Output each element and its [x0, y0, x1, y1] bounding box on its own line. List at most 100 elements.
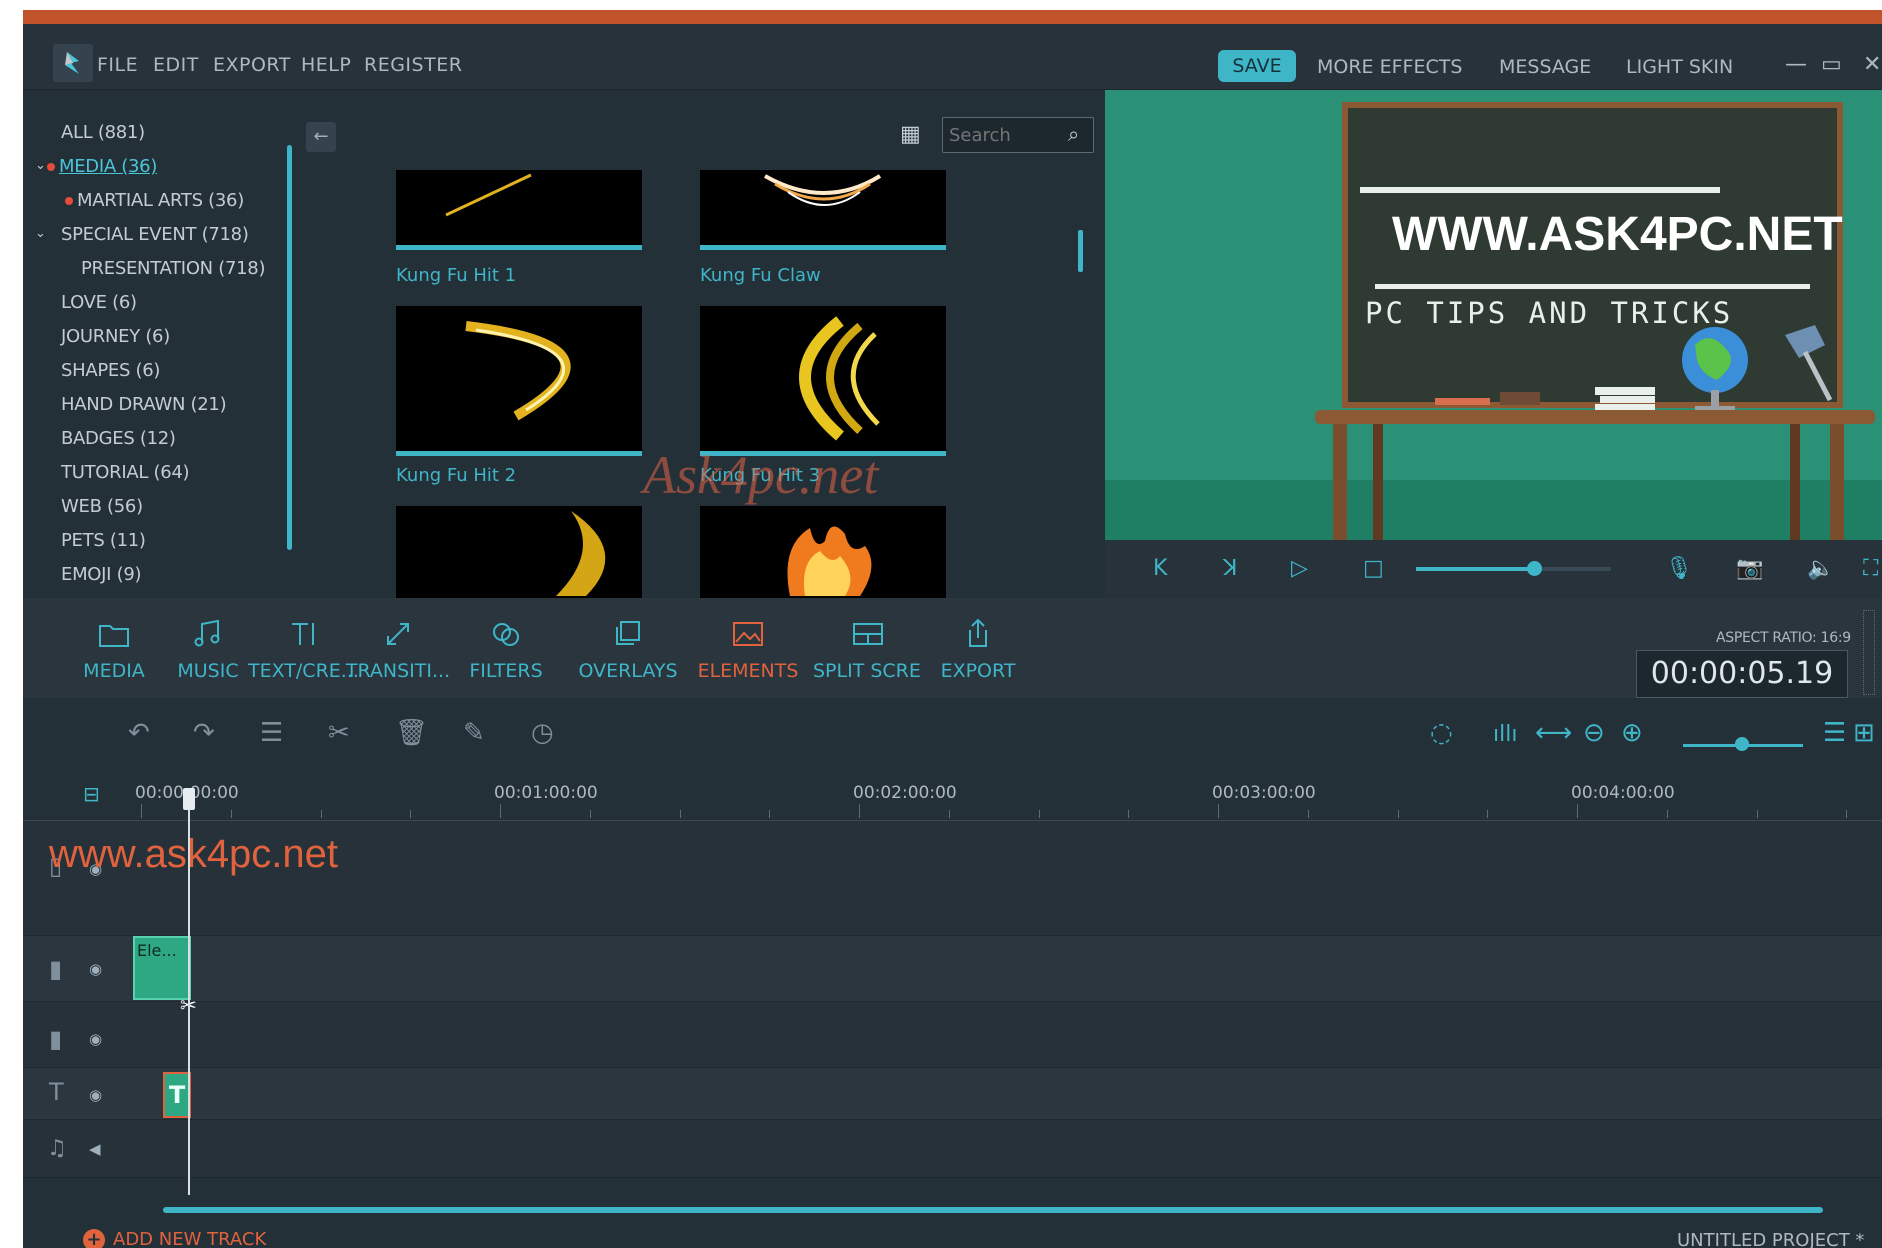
delete-icon[interactable]: 🗑: [395, 718, 428, 748]
render-preview-icon[interactable]: ◌: [1430, 718, 1453, 748]
kung-fu-claw-preview: [764, 174, 882, 206]
tab-transitions[interactable]: TRANSITI...: [343, 598, 453, 698]
more-effects-link[interactable]: MORE EFFECTS: [1317, 56, 1462, 78]
camera-icon[interactable]: 📷: [1736, 556, 1763, 581]
category-tutorial[interactable]: TUTORIAL (64): [61, 462, 190, 483]
category-special-event[interactable]: SPECIAL EVENT (718): [61, 224, 249, 245]
category-badges[interactable]: BADGES (12): [61, 428, 176, 449]
category-media-label: MEDIA (36): [59, 156, 158, 177]
adjust-icon[interactable]: ☰: [260, 718, 283, 748]
category-shapes[interactable]: SHAPES (6): [61, 360, 160, 381]
redo-icon[interactable]: ↷: [193, 718, 215, 748]
tab-export[interactable]: EXPORT: [923, 598, 1033, 698]
menu-file[interactable]: FILE: [97, 54, 138, 76]
tab-label: TEXT/CRE...: [248, 660, 358, 682]
tab-split-screen[interactable]: SPLIT SCRE...: [813, 598, 923, 698]
tab-overlays[interactable]: OVERLAYS: [573, 598, 683, 698]
skip-end-icon[interactable]: ꓘ: [1223, 556, 1237, 581]
timeline-scrollbar[interactable]: [163, 1207, 1823, 1213]
thumbnail-kung-fu-hit-3[interactable]: [700, 306, 946, 456]
transition-icon: [387, 623, 409, 645]
mute-speaker-icon[interactable]: ◀: [89, 1140, 101, 1158]
menu-edit[interactable]: EDIT: [153, 54, 199, 76]
back-arrow-icon[interactable]: ←: [306, 122, 336, 152]
category-web[interactable]: WEB (56): [61, 496, 143, 517]
ruler-tick: [1398, 810, 1399, 818]
text-track[interactable]: [23, 1068, 1882, 1120]
tab-music[interactable]: MUSIC: [153, 598, 263, 698]
zoom-out-icon[interactable]: ⊖: [1583, 718, 1605, 748]
category-martial-arts[interactable]: MARTIAL ARTS (36): [65, 190, 244, 211]
save-button[interactable]: SAVE: [1218, 50, 1296, 82]
grid-layout-icon[interactable]: ⊞: [1853, 718, 1875, 748]
category-pets[interactable]: PETS (11): [61, 530, 146, 551]
category-love[interactable]: LOVE (6): [61, 292, 137, 313]
add-new-track-button[interactable]: + ADD NEW TRACK: [83, 1229, 266, 1248]
menu-help[interactable]: HELP: [301, 54, 351, 76]
edit-icon[interactable]: ✎: [463, 718, 485, 748]
category-media[interactable]: MEDIA (36): [47, 156, 157, 177]
audio-mixer-icon[interactable]: ıllı: [1493, 722, 1517, 747]
playhead-line[interactable]: [188, 795, 190, 1195]
category-presentation[interactable]: PRESENTATION (718): [81, 258, 265, 279]
ruler-label: 00:02:00:00: [853, 783, 957, 803]
seek-handle[interactable]: [1527, 561, 1542, 576]
category-all[interactable]: ALL (881): [61, 122, 145, 143]
snap-icon[interactable]: ⊟: [83, 782, 100, 806]
grid-view-icon[interactable]: ▦: [900, 122, 921, 147]
audio-track[interactable]: [23, 1120, 1882, 1178]
text-clip[interactable]: T: [163, 1072, 191, 1118]
fullscreen-icon[interactable]: ⛶: [1863, 556, 1878, 581]
duration-icon[interactable]: ◷: [531, 718, 554, 748]
tab-text-credits[interactable]: TEXT/CRE...: [248, 598, 358, 698]
thumbnail-kung-fu-next-1[interactable]: [396, 506, 642, 598]
timecode-display: 00:00:05.19: [1636, 650, 1848, 698]
thumbnail-kung-fu-hit-2[interactable]: [396, 306, 642, 456]
thumbnail-scrollbar[interactable]: [1078, 230, 1083, 272]
thumbnail-kung-fu-hit-1[interactable]: [396, 170, 642, 250]
thumbnail-kung-fu-next-2[interactable]: [700, 506, 946, 598]
kung-fu-hit-2-preview: [465, 321, 571, 421]
minimize-icon[interactable]: —: [1785, 52, 1807, 77]
stop-icon[interactable]: □: [1363, 556, 1384, 581]
cut-icon[interactable]: ✂: [328, 718, 350, 748]
visibility-eye-icon[interactable]: ◉: [89, 1086, 102, 1104]
close-icon[interactable]: ✕: [1863, 52, 1881, 77]
zoom-slider-handle[interactable]: [1735, 737, 1749, 751]
visibility-eye-icon[interactable]: ◉: [89, 960, 102, 978]
element-clip[interactable]: Ele...: [133, 936, 191, 1000]
ruler-tick: [769, 810, 770, 818]
skip-start-icon[interactable]: K: [1153, 556, 1167, 581]
chevron-down-icon[interactable]: ⌄: [35, 226, 46, 241]
menu-register[interactable]: REGISTER: [364, 54, 462, 76]
message-link[interactable]: MESSAGE: [1499, 56, 1591, 78]
category-hand-drawn[interactable]: HAND DRAWN (21): [61, 394, 227, 415]
visibility-eye-icon[interactable]: ◉: [89, 1030, 102, 1048]
microphone-icon[interactable]: 🎙: [1665, 556, 1693, 581]
zoom-in-icon[interactable]: ⊕: [1621, 718, 1643, 748]
video-preview[interactable]: WWW.ASK4PC.NET PC TIPS AND TRICKS: [1105, 90, 1882, 540]
category-scrollbar[interactable]: [287, 145, 292, 550]
chevron-down-icon[interactable]: ⌄: [35, 158, 46, 173]
add-track-label: ADD NEW TRACK: [113, 1229, 267, 1248]
play-icon[interactable]: ▷: [1291, 556, 1308, 581]
tab-elements[interactable]: ELEMENTS: [693, 598, 803, 698]
category-emoji[interactable]: EMOJI (9): [61, 564, 142, 585]
ruler-tick: [500, 804, 501, 818]
category-journey[interactable]: JOURNEY (6): [61, 326, 170, 347]
menu-export[interactable]: EXPORT: [213, 54, 291, 76]
thumbnail-kung-fu-claw[interactable]: [700, 170, 946, 250]
maximize-icon[interactable]: ▭: [1821, 52, 1842, 77]
fit-timeline-icon[interactable]: ⟷: [1535, 718, 1572, 748]
search-icon[interactable]: ⌕: [1068, 122, 1079, 146]
video-track-3[interactable]: [23, 1002, 1882, 1068]
video-track-2[interactable]: [23, 936, 1882, 1002]
light-skin-link[interactable]: LIGHT SKIN: [1626, 56, 1733, 78]
panel-resize-handle[interactable]: [1863, 610, 1875, 695]
volume-icon[interactable]: 🔈: [1807, 556, 1834, 581]
tab-filters[interactable]: FILTERS: [451, 598, 561, 698]
undo-icon[interactable]: ↶: [128, 718, 150, 748]
playhead-handle[interactable]: [183, 788, 195, 810]
list-view-icon[interactable]: ☰: [1823, 718, 1846, 748]
seek-bar-progress: [1416, 567, 1534, 571]
